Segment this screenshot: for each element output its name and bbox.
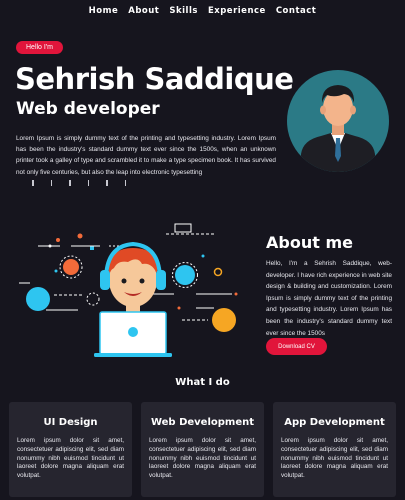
service-card-web-development: Web Development Lorem ipsum dolor sit am… <box>141 402 264 497</box>
service-card-app-development: App Development Lorem ipsum dolor sit am… <box>273 402 396 497</box>
social-link-6[interactable] <box>124 180 126 186</box>
services-cards: UI Design Lorem ipsum dolor sit amet, co… <box>9 402 396 497</box>
nav-contact-link[interactable]: Contact <box>276 6 317 16</box>
services-heading: What I do <box>175 377 230 388</box>
social-link-3[interactable] <box>69 180 71 186</box>
social-link-1[interactable] <box>32 180 34 186</box>
social-link-5[interactable] <box>106 180 108 186</box>
about-description: Hello, I'm a Sehrish Saddique, web-devel… <box>266 260 392 337</box>
nav-experience-link[interactable]: Experience <box>208 6 266 16</box>
service-card-text: Lorem ipsum dolor sit amet, consectetuer… <box>17 437 124 480</box>
service-card-title: UI Design <box>43 417 98 428</box>
service-card-title: App Development <box>284 417 385 428</box>
hero-role: Web developer <box>16 99 160 119</box>
blue-circle-icon <box>26 287 50 311</box>
hello-badge: Hello I'm <box>16 41 64 54</box>
hero-description: Lorem Ipsum is simply dummy text of the … <box>16 135 276 176</box>
social-links <box>32 180 126 186</box>
nav-about-link[interactable]: About <box>128 6 159 16</box>
social-link-2[interactable] <box>50 180 52 186</box>
nav-home-link[interactable]: Home <box>89 6 119 16</box>
service-card-text: Lorem ipsum dolor sit amet, consectetuer… <box>281 437 388 480</box>
hero-name: Sehrish Saddique <box>15 62 294 96</box>
profile-avatar <box>287 70 389 172</box>
nav-skills-link[interactable]: Skills <box>169 6 198 16</box>
download-cv-button[interactable]: Download CV <box>266 338 327 355</box>
about-title: About me <box>266 233 353 252</box>
developer-illustration <box>14 210 244 360</box>
service-card-title: Web Development <box>150 417 255 428</box>
service-card-ui-design: UI Design Lorem ipsum dolor sit amet, co… <box>9 402 132 497</box>
top-nav: Home About Skills Experience Contact <box>0 6 405 16</box>
avatar-illustration-icon <box>301 85 375 172</box>
social-link-4[interactable] <box>87 180 89 186</box>
service-card-text: Lorem ipsum dolor sit amet, consectetuer… <box>149 437 256 480</box>
